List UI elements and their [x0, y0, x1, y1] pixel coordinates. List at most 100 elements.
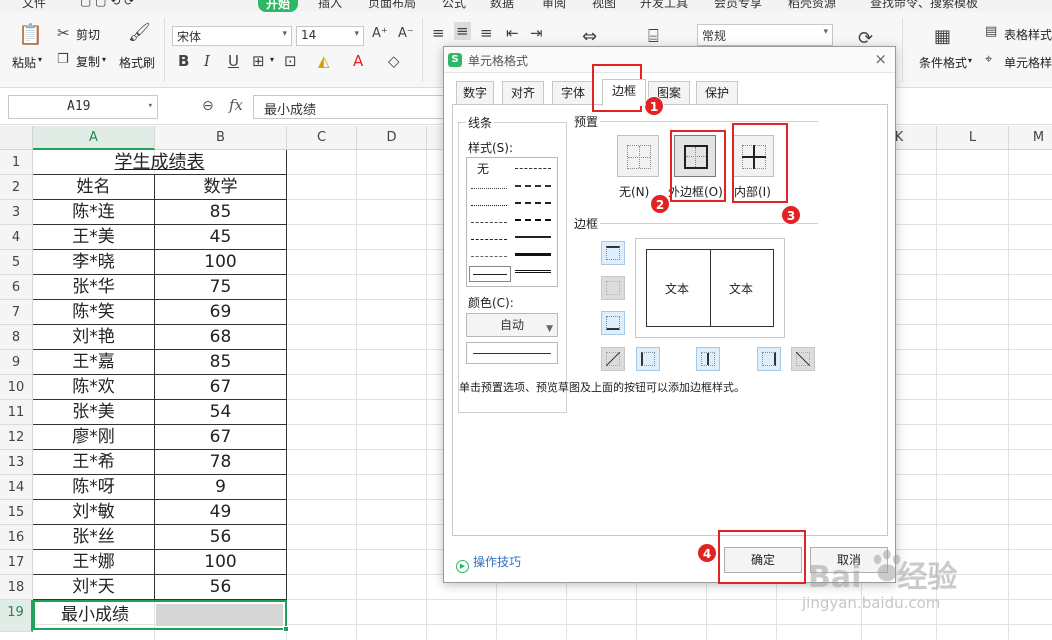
- paste-icon[interactable]: 📋: [18, 22, 43, 46]
- table-row-name[interactable]: 陈*欢: [33, 375, 155, 400]
- row-header-1[interactable]: 1: [0, 150, 33, 175]
- name-box[interactable]: A19 ▾: [8, 95, 158, 119]
- row-header-4[interactable]: 4: [0, 225, 33, 250]
- indent-decrease-icon[interactable]: ⇤: [506, 24, 519, 42]
- border-dropdown-icon[interactable]: ▾: [270, 55, 274, 64]
- tips-link[interactable]: ▶ 操作技巧: [456, 553, 521, 573]
- menu-member[interactable]: 会员专享: [714, 0, 762, 11]
- row-header-6[interactable]: 6: [0, 275, 33, 300]
- table-title-cell[interactable]: 学生成绩表: [33, 150, 287, 175]
- line-style-selected[interactable]: [469, 266, 511, 282]
- formula-input[interactable]: 最小成绩: [253, 95, 463, 119]
- table-row-score[interactable]: 45: [155, 225, 287, 250]
- row-header-16[interactable]: 16: [0, 525, 33, 550]
- copy-icon[interactable]: ❐: [57, 52, 69, 67]
- border-diagonal-up-button[interactable]: [601, 347, 625, 371]
- table-row-score[interactable]: 85: [155, 200, 287, 225]
- menu-view[interactable]: 视图: [592, 0, 616, 11]
- tab-protection[interactable]: 保护: [696, 81, 738, 105]
- cell-style-icon[interactable]: ⌖: [985, 52, 992, 67]
- header-cell-math[interactable]: 数学: [155, 175, 287, 200]
- table-row-name[interactable]: 张*美: [33, 400, 155, 425]
- font-grow-icon[interactable]: A⁺: [372, 26, 388, 41]
- line-style-double[interactable]: [515, 270, 551, 273]
- row-header-18[interactable]: 18: [0, 575, 33, 600]
- tab-border[interactable]: 边框: [602, 79, 646, 106]
- menu-developer[interactable]: 开发工具: [640, 0, 688, 11]
- table-row-name[interactable]: 王*希: [33, 450, 155, 475]
- line-style-slanted[interactable]: [515, 185, 551, 187]
- close-icon[interactable]: ×: [874, 50, 887, 68]
- table-style-icon[interactable]: ▤: [985, 24, 997, 39]
- border-right-button[interactable]: [757, 347, 781, 371]
- row-header-19[interactable]: 19: [0, 600, 33, 632]
- format-painter-icon[interactable]: 🖌: [128, 22, 151, 43]
- font-color-icon[interactable]: A: [353, 52, 363, 70]
- line-style-dash-dot[interactable]: [471, 222, 507, 223]
- preset-none-button[interactable]: [617, 135, 659, 177]
- font-shrink-icon[interactable]: A⁻: [398, 26, 414, 41]
- border-preview[interactable]: 文本 文本: [635, 238, 785, 338]
- paste-dropdown-icon[interactable]: ▾: [38, 55, 42, 64]
- copy-button[interactable]: 复制: [76, 53, 100, 70]
- header-cell-name[interactable]: 姓名: [33, 175, 155, 200]
- column-header-c[interactable]: C: [287, 126, 357, 150]
- column-header-a[interactable]: A: [33, 126, 155, 150]
- row-header-10[interactable]: 10: [0, 375, 33, 400]
- line-style-dotted2[interactable]: [471, 205, 507, 206]
- font-size-select[interactable]: 14 ▾: [296, 26, 364, 46]
- select-all-corner[interactable]: [0, 126, 33, 150]
- row-header-3[interactable]: 3: [0, 200, 33, 225]
- table-row-score[interactable]: 9: [155, 475, 287, 500]
- table-row-name[interactable]: 刘*艳: [33, 325, 155, 350]
- row-header-14[interactable]: 14: [0, 475, 33, 500]
- row-header-12[interactable]: 12: [0, 425, 33, 450]
- table-row-score[interactable]: 56: [155, 575, 287, 600]
- line-style-medium-dash-dot2[interactable]: [515, 202, 551, 204]
- merge-icon[interactable]: ⊡: [284, 52, 297, 70]
- line-style-thick[interactable]: [515, 253, 551, 256]
- table-row-name[interactable]: 王*娜: [33, 550, 155, 575]
- table-row-score[interactable]: 49: [155, 500, 287, 525]
- row-header-11[interactable]: 11: [0, 400, 33, 425]
- menu-home[interactable]: 开始: [258, 0, 299, 12]
- table-style-button[interactable]: 表格样式: [1004, 26, 1052, 43]
- row-header-7[interactable]: 7: [0, 300, 33, 325]
- font-name-select[interactable]: 宋体 ▾: [172, 26, 292, 46]
- fill-color-icon[interactable]: ◭: [318, 52, 330, 70]
- menu-docer[interactable]: 稻壳资源: [788, 0, 836, 11]
- line-color-select[interactable]: 自动 ▼: [466, 313, 558, 337]
- table-row-score[interactable]: 100: [155, 550, 287, 575]
- bold-icon[interactable]: B: [178, 52, 189, 70]
- menu-file[interactable]: 文件: [22, 0, 46, 11]
- table-row-name[interactable]: 王*美: [33, 225, 155, 250]
- format-painter-button[interactable]: 格式刷: [119, 54, 155, 71]
- fill-handle[interactable]: [283, 626, 289, 632]
- scissors-icon[interactable]: ✂: [57, 24, 70, 42]
- line-style-medium[interactable]: [515, 236, 551, 238]
- table-row-name[interactable]: 廖*刚: [33, 425, 155, 450]
- row-header-17[interactable]: 17: [0, 550, 33, 575]
- table-row-score[interactable]: 78: [155, 450, 287, 475]
- table-row-score[interactable]: 85: [155, 350, 287, 375]
- table-row-score[interactable]: 75: [155, 275, 287, 300]
- border-icon[interactable]: ⊞: [252, 52, 265, 70]
- menu-data[interactable]: 数据: [490, 0, 514, 11]
- table-row-name[interactable]: 李*晓: [33, 250, 155, 275]
- conditional-format-button[interactable]: 条件格式: [919, 54, 967, 71]
- italic-icon[interactable]: I: [204, 52, 210, 70]
- cut-button[interactable]: 剪切: [76, 26, 100, 43]
- line-style-list[interactable]: 无: [466, 157, 558, 287]
- line-style-none[interactable]: 无: [477, 160, 489, 177]
- column-header-d[interactable]: D: [357, 126, 427, 150]
- active-cell-selection[interactable]: [33, 600, 289, 632]
- number-format-select[interactable]: 常规 ▾: [697, 24, 833, 46]
- row-header-9[interactable]: 9: [0, 350, 33, 375]
- border-left-button[interactable]: [636, 347, 660, 371]
- border-diagonal-down-button[interactable]: [791, 347, 815, 371]
- row-header-2[interactable]: 2: [0, 175, 33, 200]
- border-bottom-button[interactable]: [601, 311, 625, 335]
- align-bottom-icon[interactable]: ≡: [480, 24, 493, 42]
- table-row-score[interactable]: 56: [155, 525, 287, 550]
- wrap-text-icon[interactable]: ⌸: [648, 26, 659, 47]
